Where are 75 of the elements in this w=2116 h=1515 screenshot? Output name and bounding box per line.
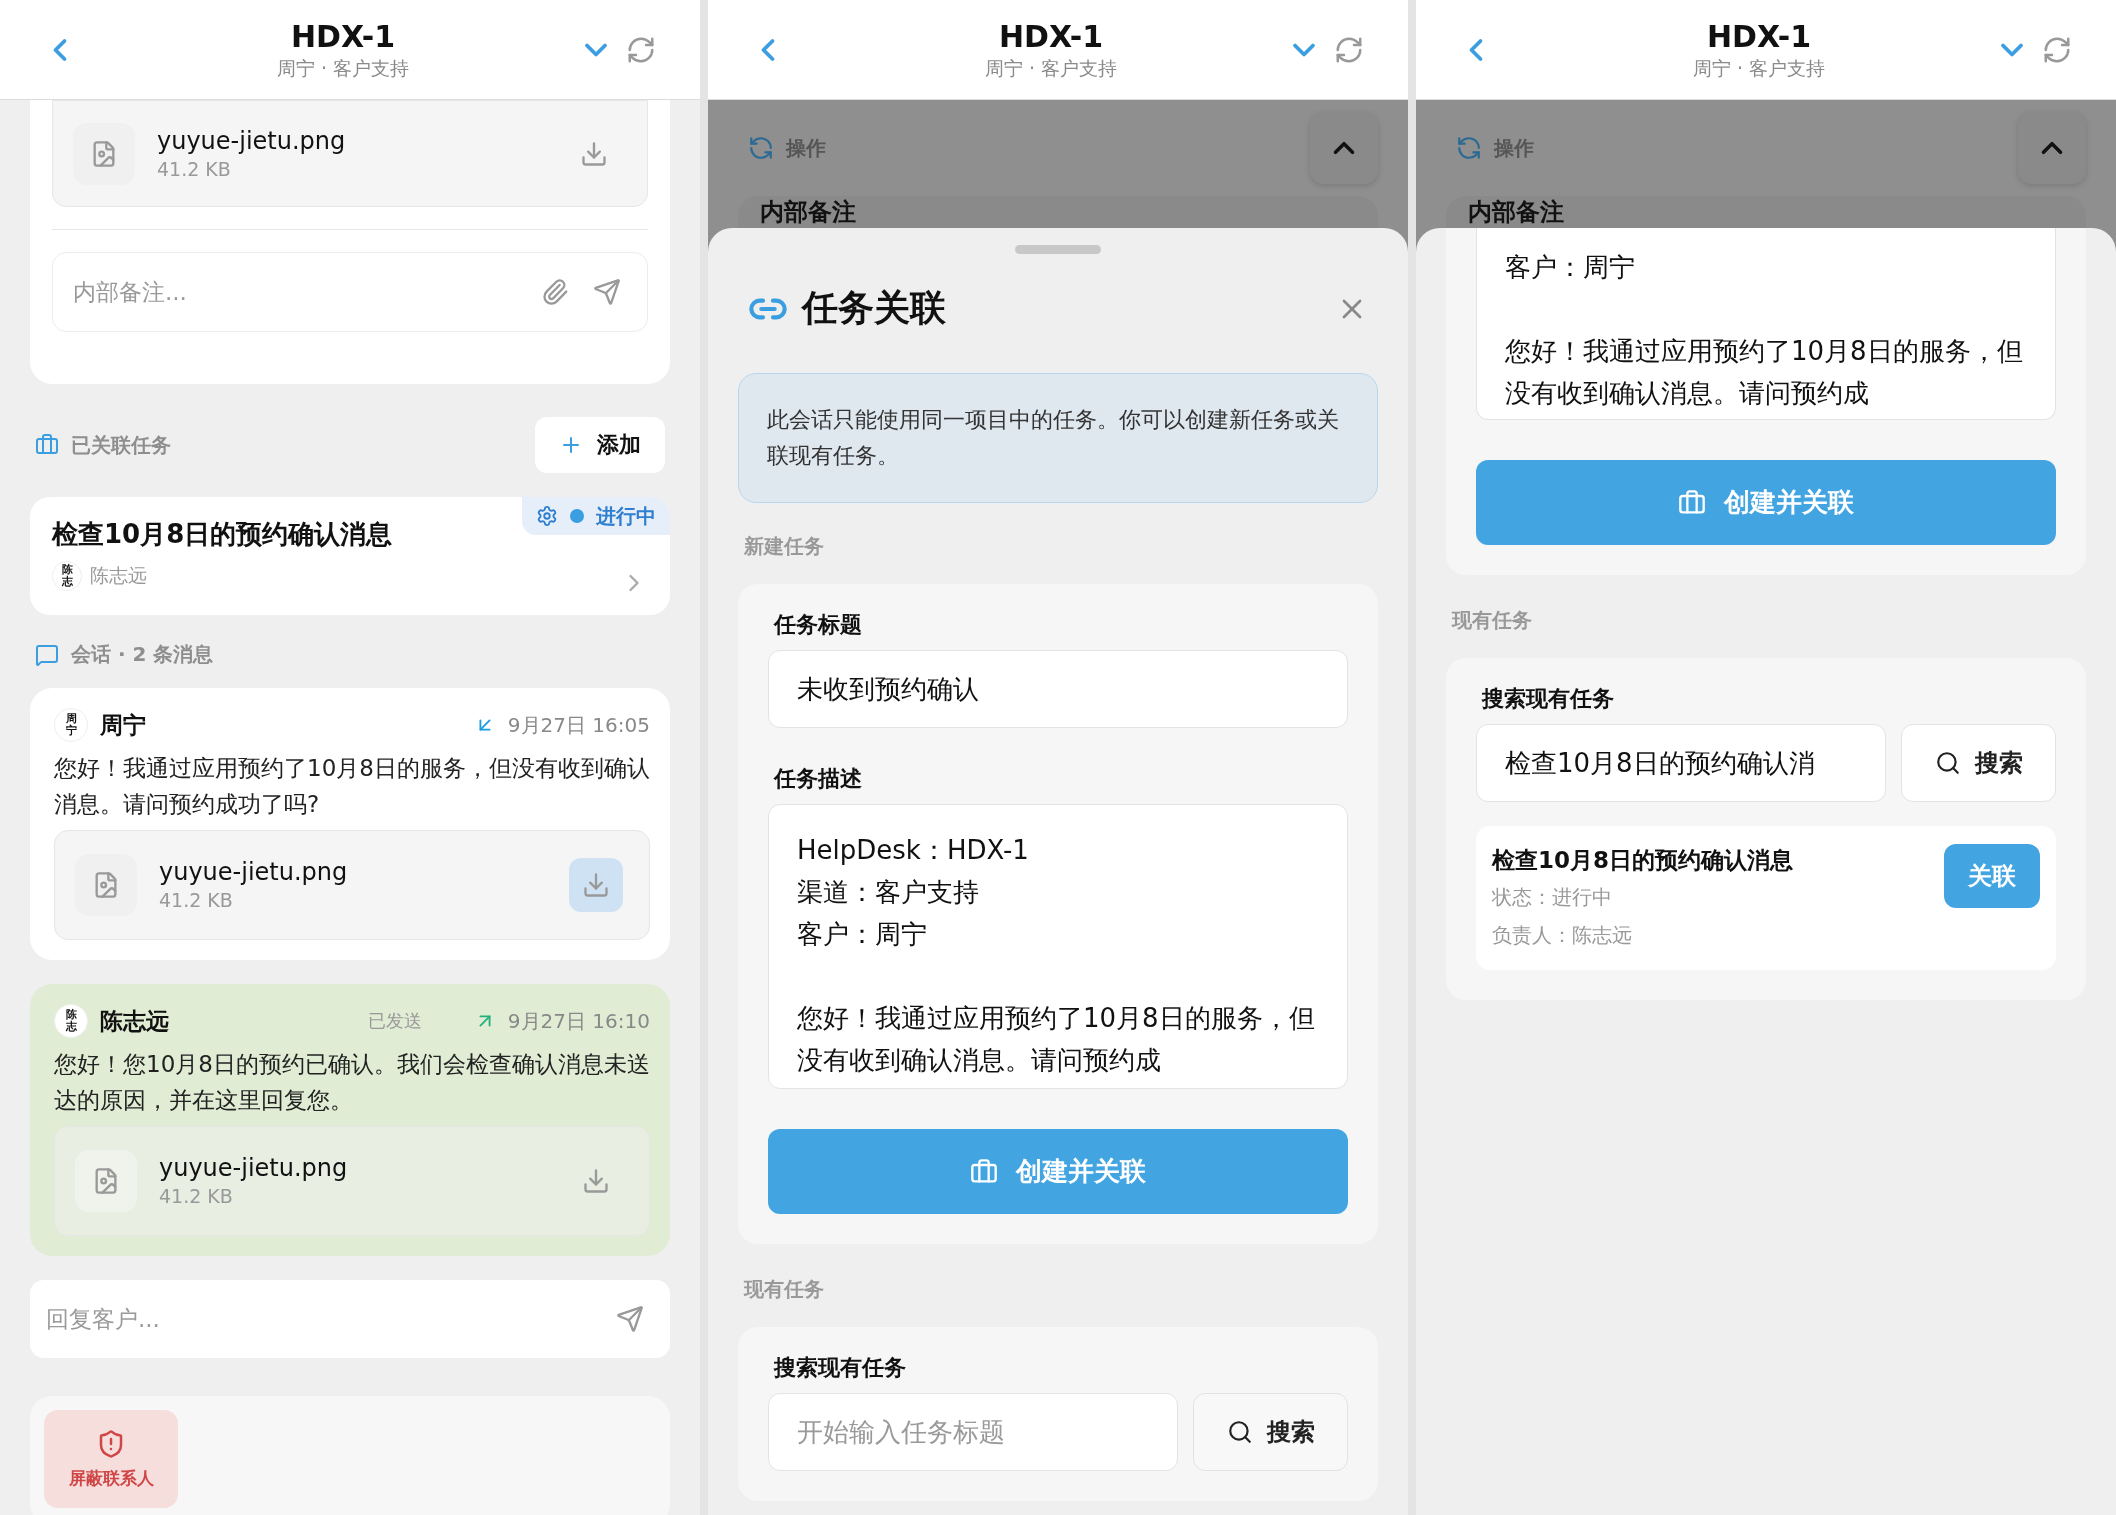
attachment-card[interactable]: yuyue-jietu.png 41.2 KB [52,100,648,207]
download-icon [582,871,610,899]
description-field[interactable]: HelpDesk：HDX-1 渠道：客户支持 客户：周宁 您好！我通过应用预约了10月8日的服务，但没有收到确认消息。请问预约成 [768,804,1348,1089]
file-name: yuyue-jietu.png [159,857,349,887]
assignee-name: 陈志远 [90,563,147,588]
field-label: 搜索现有任务 [774,1354,907,1382]
info-box: 此会话只能使用同一项目中的任务。你可以创建新任务或关联现有任务。 [738,373,1378,503]
section-title: 会话 · 2 条消息 [71,641,214,668]
ticket-title: HDX-1 [1707,18,1811,55]
title-field[interactable]: 未收到预约确认 [768,650,1348,728]
ticket-subtitle: 周宁 · 客户支持 [276,55,410,81]
file-name: yuyue-jietu.png [159,1153,349,1183]
sheet-title: 任务关联 [802,286,947,330]
message-time: 9月27日 16:05 [507,711,650,739]
message-time: 9月27日 16:10 [507,1007,650,1035]
ticket-subtitle: 周宁 · 客户支持 [984,55,1118,81]
task-assignee: 负责人：陈志远 [1492,922,1633,949]
avatar: 陈志 [52,561,82,591]
task-title: 检查10月8日的预约确认消息 [52,518,394,551]
collapse-button[interactable] [1310,112,1378,184]
refresh-icon [1456,135,1482,161]
sender-name: 陈志远 [100,1006,170,1036]
field-label: 任务标题 [774,611,863,639]
drag-handle[interactable] [1015,245,1101,254]
attach-icon[interactable] [541,278,569,306]
avatar: 周宁 [54,708,88,742]
section-title: 现有任务 [1452,607,1533,634]
section-title: 已关联任务 [71,431,171,459]
task-title: 检查10月8日的预约确认消息 [1492,846,1794,875]
description-field[interactable]: 客户：周宁 您好！我通过应用预约了10月8日的服务，但没有收到确认消息。请问预约成 [1476,228,2056,420]
block-contact-button[interactable]: 屏蔽联系人 [44,1410,178,1508]
collapse-button[interactable] [2018,112,2086,184]
refresh-icon [748,135,774,161]
linked-task-card[interactable]: 检查10月8日的预约确认消息 进行中 陈志 陈志远 [30,497,670,615]
avatar: 陈志 [54,1004,88,1038]
send-icon[interactable] [593,278,621,306]
task-status: 状态：进行中 [1492,884,1613,911]
status-badge: 进行中 [522,497,670,535]
card-heading: 内部备注 [760,198,856,226]
field-label: 搜索现有任务 [1482,685,1615,713]
briefcase-icon [970,1157,998,1186]
file-name: yuyue-jietu.png [157,125,347,156]
attachment-card[interactable]: yuyue-jietu.png 41.2 KB [54,830,650,940]
ticket-subtitle: 周宁 · 客户支持 [1692,55,1826,81]
briefcase-icon [1678,488,1706,517]
search-button[interactable]: 搜索 [1901,724,2056,802]
ticket-title: HDX-1 [999,18,1103,55]
download-icon [582,1167,610,1195]
search-icon [1226,1419,1253,1445]
search-field[interactable]: 检查10月8日的预约确认消 [1476,724,1886,802]
message-text: 您好！您10月8日的预约已确认。我们会检查确认消息未送达的原因，并在这里回复您。 [54,1050,650,1115]
card-heading: 内部备注 [1468,198,1564,226]
sender-name: 周宁 [100,710,147,740]
status-dot [570,509,584,523]
add-button[interactable]: 添加 [535,417,665,473]
send-icon[interactable] [616,1305,644,1333]
ticket-title: HDX-1 [291,18,395,55]
chat-icon [35,642,59,667]
file-size: 41.2 KB [159,1184,234,1209]
file-size: 41.2 KB [159,888,234,913]
search-icon [1934,750,1961,776]
file-size: 41.2 KB [157,156,232,182]
gear-icon [536,505,558,527]
briefcase-icon [35,433,59,457]
sent-status: 已发送 [367,1009,422,1033]
section-title: 新建任务 [744,533,825,560]
download-button[interactable] [569,858,623,912]
section-title: 现有任务 [744,1276,825,1303]
section-title: 操作 [1494,134,1534,162]
section-title: 操作 [786,134,826,162]
search-button[interactable]: 搜索 [1193,1393,1348,1471]
attachment-card[interactable]: yuyue-jietu.png 41.2 KB [54,1126,650,1236]
download-icon [580,139,608,168]
message-text: 您好！我通过应用预约了10月8日的服务，但没有收到确认消息。请问预约成功了吗? [54,754,650,819]
field-label: 任务描述 [774,765,863,793]
